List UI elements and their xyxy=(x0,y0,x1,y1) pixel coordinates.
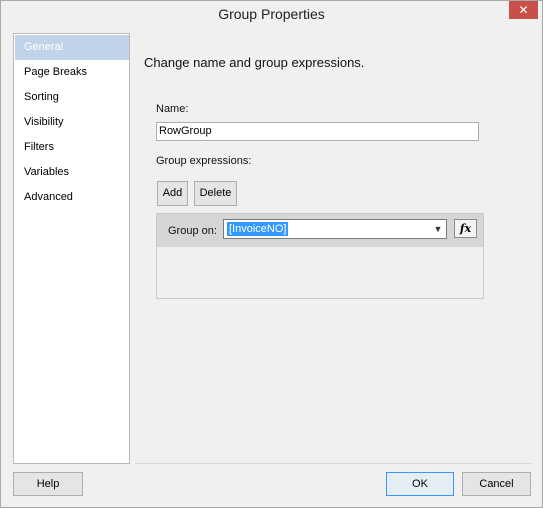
window-title: Group Properties xyxy=(218,6,325,22)
nav-item-page-breaks[interactable]: Page Breaks xyxy=(15,60,129,85)
nav-panel: General Page Breaks Sorting Visibility F… xyxy=(13,33,130,464)
group-properties-dialog: Group Properties ✕ General Page Breaks S… xyxy=(0,0,543,508)
delete-button[interactable]: Delete xyxy=(194,181,237,206)
group-on-value[interactable]: [InvoiceNO] xyxy=(227,222,289,236)
add-button[interactable]: Add xyxy=(157,181,188,206)
name-label: Name: xyxy=(156,103,189,115)
group-expressions-grid: Group on: [InvoiceNO] ▼ fx xyxy=(156,213,484,299)
ok-button[interactable]: OK xyxy=(386,472,454,496)
nav-item-filters[interactable]: Filters xyxy=(15,135,129,160)
nav-item-variables[interactable]: Variables xyxy=(15,160,129,185)
cancel-button[interactable]: Cancel xyxy=(462,472,531,496)
page-heading: Change name and group expressions. xyxy=(144,55,365,70)
group-on-label: Group on: xyxy=(168,225,217,237)
close-button[interactable]: ✕ xyxy=(509,1,538,19)
nav-item-sorting[interactable]: Sorting xyxy=(15,85,129,110)
group-on-combobox[interactable]: [InvoiceNO] ▼ xyxy=(223,219,447,239)
title-bar[interactable]: Group Properties ✕ xyxy=(1,1,542,27)
help-button[interactable]: Help xyxy=(13,472,83,496)
group-expression-row: Group on: [InvoiceNO] ▼ fx xyxy=(157,214,483,247)
expression-fx-button[interactable]: fx xyxy=(454,219,477,238)
group-expressions-label: Group expressions: xyxy=(156,155,252,167)
chevron-down-icon[interactable]: ▼ xyxy=(432,222,444,236)
footer-separator xyxy=(135,463,531,464)
nav-item-advanced[interactable]: Advanced xyxy=(15,185,129,210)
nav-item-visibility[interactable]: Visibility xyxy=(15,110,129,135)
nav-item-general[interactable]: General xyxy=(15,35,129,60)
name-field[interactable]: RowGroup xyxy=(156,122,479,141)
